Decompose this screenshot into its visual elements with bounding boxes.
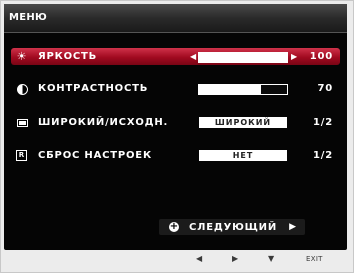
arrow-left-icon: ◀	[190, 52, 197, 61]
menu-item-label: СБРОС НАСТРОЕК	[38, 150, 152, 161]
reset-icon: R	[16, 150, 27, 161]
arrow-right-icon: ▶	[291, 52, 298, 61]
brightness-icon: ☀	[16, 50, 27, 63]
contrast-icon	[16, 83, 28, 95]
menu-item-value: 1/2	[313, 150, 333, 161]
contrast-slider[interactable]	[198, 84, 288, 95]
brightness-slider[interactable]	[198, 52, 288, 63]
reset-option[interactable]: НЕТ	[199, 150, 287, 161]
left-arrow-button[interactable]: ◀	[196, 254, 202, 264]
osd-menu: МЕНЮ ☀ ЯРКОСТЬ ◀ ▶ 100 КОНТРАСТНОСТЬ 70 …	[4, 4, 347, 250]
next-button-label: СЛЕДУЮЩИЙ	[189, 222, 278, 233]
menu-item-value: 70	[317, 83, 333, 94]
brightness-slider-fill	[199, 53, 287, 62]
menu-item-brightness[interactable]: ☀ ЯРКОСТЬ ◀ ▶ 100	[11, 48, 340, 65]
menu-item-reset[interactable]: R СБРОС НАСТРОЕК НЕТ 1/2	[11, 147, 340, 164]
title-bar: МЕНЮ	[4, 4, 347, 32]
menu-item-label: ШИРОКИЙ/ИСХОДН.	[38, 117, 169, 128]
right-arrow-button[interactable]: ▶	[232, 254, 238, 264]
menu-item-value: 1/2	[313, 117, 333, 128]
plus-icon: +	[169, 221, 179, 232]
title-divider	[4, 32, 347, 33]
menu-item-label: ЯРКОСТЬ	[38, 51, 98, 62]
aspect-ratio-option[interactable]: ШИРОКИЙ	[199, 117, 287, 128]
exit-button[interactable]: EXIT	[306, 255, 323, 263]
menu-item-label: КОНТРАСТНОСТЬ	[38, 83, 149, 94]
next-button[interactable]: + СЛЕДУЮЩИЙ ▶	[159, 219, 305, 235]
aspect-ratio-icon	[16, 117, 28, 128]
arrow-right-icon: ▶	[289, 222, 296, 232]
down-arrow-button[interactable]: ▼	[268, 254, 274, 264]
menu-item-aspect-ratio[interactable]: ШИРОКИЙ/ИСХОДН. ШИРОКИЙ 1/2	[11, 114, 340, 131]
contrast-slider-fill	[199, 85, 261, 94]
menu-title: МЕНЮ	[9, 12, 48, 23]
menu-item-value: 100	[309, 51, 333, 62]
menu-item-contrast[interactable]: КОНТРАСТНОСТЬ 70	[11, 80, 340, 97]
